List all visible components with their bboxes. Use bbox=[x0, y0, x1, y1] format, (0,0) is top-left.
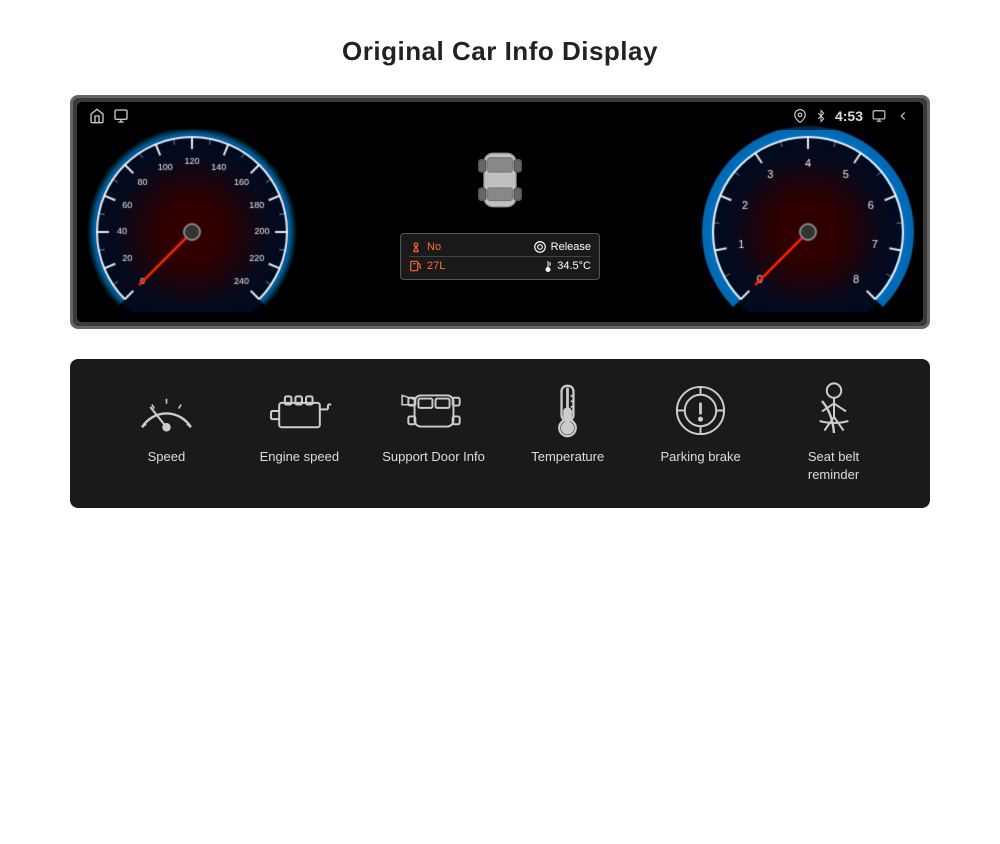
car-top-view-icon bbox=[470, 140, 530, 220]
status-time: 4:53 bbox=[835, 108, 863, 124]
feature-door-info: Support Door Info bbox=[382, 383, 485, 466]
feature-parking-brake: Parking brake bbox=[651, 383, 751, 466]
dashboard-inner: 4:53 bbox=[77, 102, 923, 322]
parking-brake-label: Parking brake bbox=[661, 448, 741, 466]
seatbelt-reminder-icon bbox=[809, 381, 859, 441]
car-door-icon bbox=[399, 386, 469, 436]
center-display: No Release bbox=[390, 130, 610, 280]
seatbelt-row: No Release bbox=[409, 238, 591, 257]
back-icon bbox=[895, 109, 911, 123]
temperature-value: 34.5°C bbox=[557, 260, 591, 272]
fuel-icon bbox=[409, 259, 423, 273]
engine-icon-wrapper bbox=[264, 383, 334, 438]
feature-temperature: Temperature bbox=[518, 383, 618, 466]
seatbelt-status: No bbox=[427, 241, 441, 253]
screen-icon bbox=[871, 109, 887, 123]
car-icon-container bbox=[470, 140, 530, 225]
info-panel: No Release bbox=[400, 233, 600, 280]
status-bar: 4:53 bbox=[77, 102, 923, 130]
seatbelt-icon-wrapper bbox=[799, 383, 869, 438]
temp-info: 34.5°C bbox=[543, 259, 591, 273]
feature-seatbelt: Seat belt reminder bbox=[784, 383, 884, 484]
speed-label: Speed bbox=[148, 448, 186, 466]
door-icon-wrapper bbox=[399, 383, 469, 438]
feature-speed: Speed bbox=[116, 383, 216, 466]
rpm-gauge bbox=[663, 102, 923, 312]
fuel-level: 27L bbox=[427, 260, 445, 272]
features-section: Speed Engine speed bbox=[70, 359, 930, 508]
status-bar-left bbox=[89, 108, 129, 124]
temperature-label: Temperature bbox=[531, 448, 604, 466]
engine-icon bbox=[267, 386, 332, 436]
brake-status: Release bbox=[551, 241, 591, 253]
temperature-icon-wrapper bbox=[533, 383, 603, 438]
thermometer-icon bbox=[550, 383, 585, 438]
page-title: Original Car Info Display bbox=[342, 36, 658, 67]
status-bar-right: 4:53 bbox=[793, 108, 911, 124]
door-info-label: Support Door Info bbox=[382, 448, 485, 466]
dashboard-wrapper: 4:53 bbox=[70, 95, 930, 329]
temp-icon bbox=[543, 259, 553, 273]
seatbelt-info: No bbox=[409, 240, 441, 254]
seatbelt-label: Seat belt reminder bbox=[808, 448, 859, 484]
speed-gauge bbox=[77, 102, 337, 312]
speedometer-icon bbox=[134, 386, 199, 436]
media-icon bbox=[113, 108, 129, 124]
feature-engine-speed: Engine speed bbox=[249, 383, 349, 466]
engine-speed-label: Engine speed bbox=[260, 448, 340, 466]
fuel-info: 27L bbox=[409, 259, 445, 273]
brake-info: Release bbox=[533, 240, 591, 254]
parking-brake-icon-wrapper bbox=[666, 383, 736, 438]
fuel-temp-row: 27L 34.5°C bbox=[409, 257, 591, 275]
home-icon bbox=[89, 108, 105, 124]
seatbelt-icon bbox=[409, 240, 423, 254]
bluetooth-icon bbox=[815, 109, 827, 123]
brake-icon-info bbox=[533, 240, 547, 254]
speed-icon-wrapper bbox=[131, 383, 201, 438]
parking-brake-icon bbox=[673, 383, 728, 438]
location-icon bbox=[793, 109, 807, 123]
